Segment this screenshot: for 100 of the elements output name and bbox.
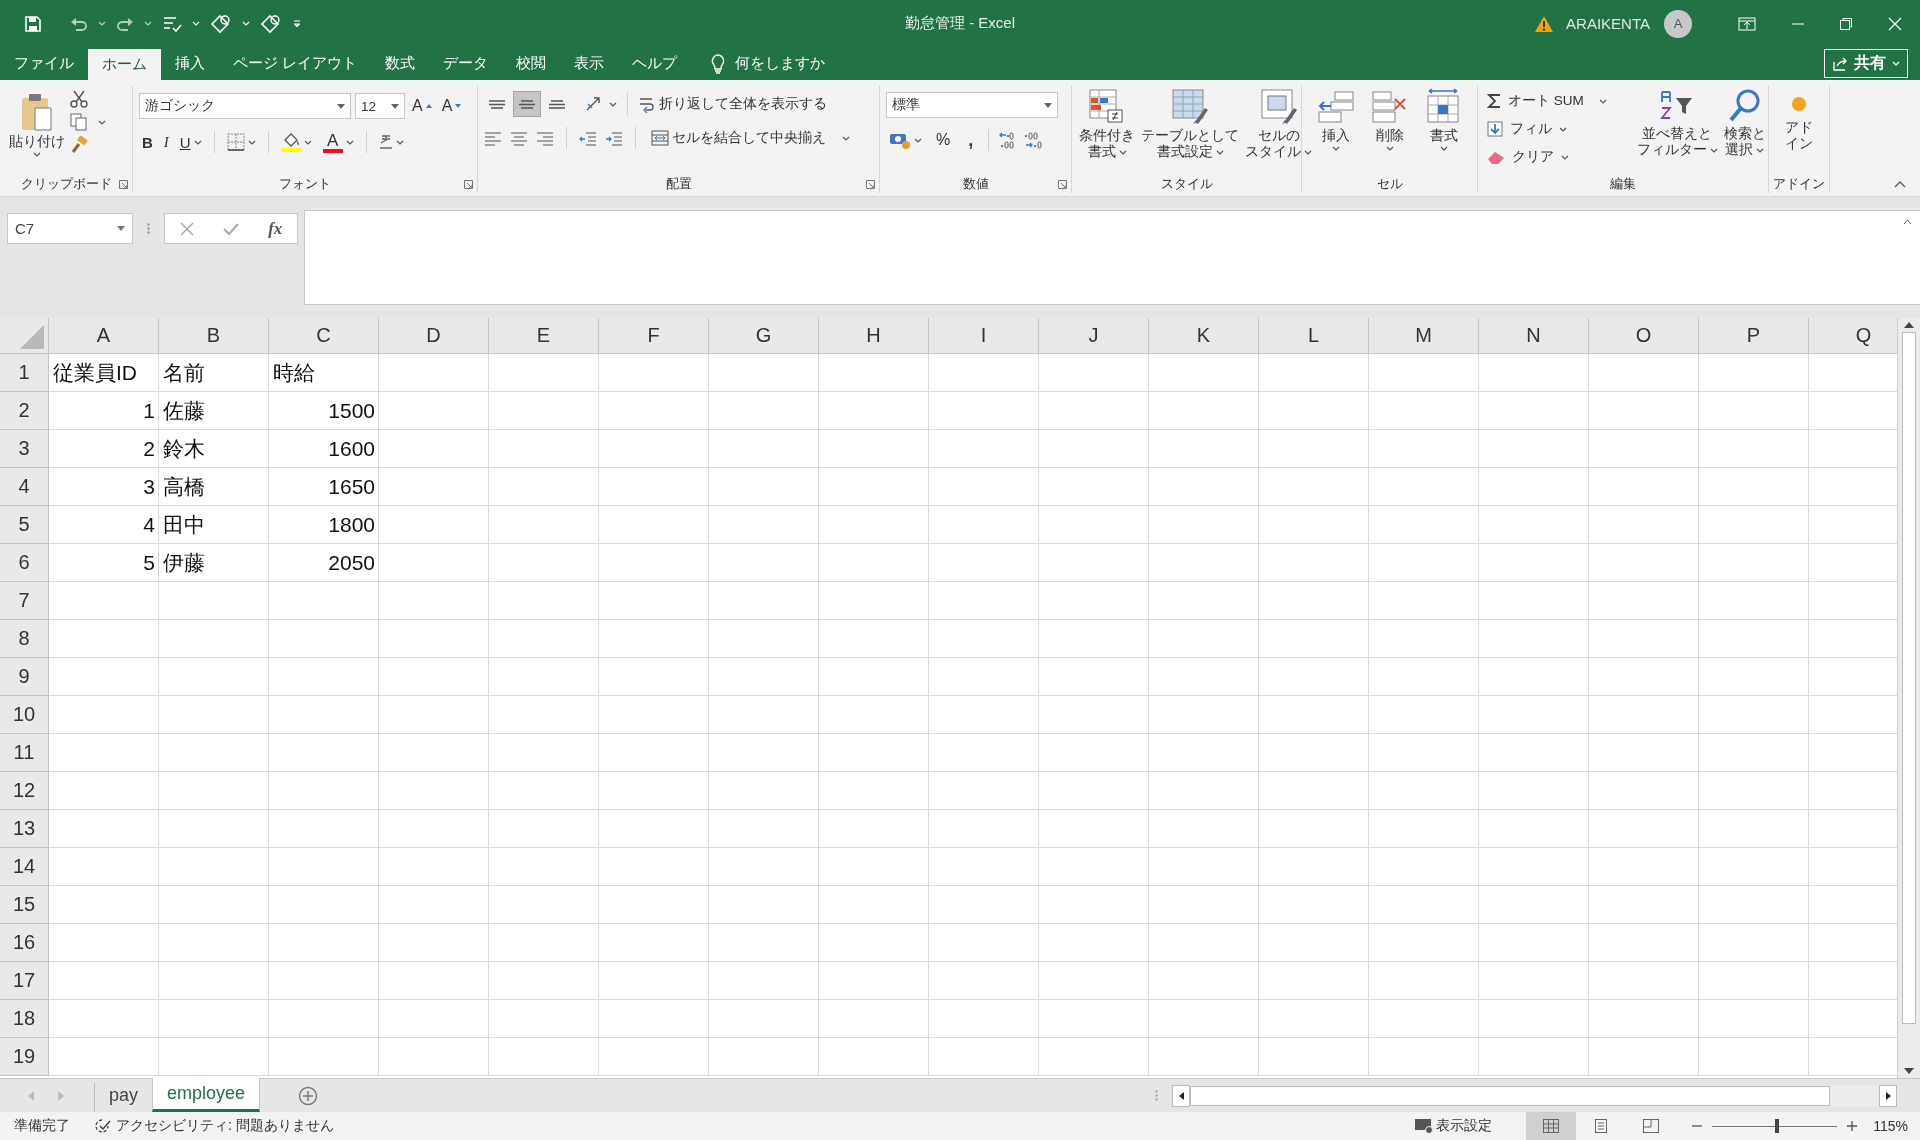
row-header[interactable]: 5 [0, 506, 49, 544]
find-select-button[interactable]: 検索と 選択 [1720, 86, 1769, 175]
zoom-level[interactable]: 115% [1873, 1118, 1908, 1134]
redo-icon[interactable] [116, 15, 134, 32]
formula-input[interactable] [304, 210, 1920, 305]
user-avatar[interactable]: A [1664, 9, 1692, 38]
font-name-dropdown[interactable]: 游ゴシック [139, 93, 351, 119]
cells-button[interactable]: 書式 [1416, 86, 1471, 175]
bold-button[interactable]: B [139, 129, 156, 155]
customize-icon[interactable] [292, 18, 302, 29]
insert-function-button[interactable]: fx [268, 218, 283, 239]
name-box[interactable]: C7 [7, 213, 133, 244]
scrollbar-thumb[interactable] [1902, 332, 1916, 1024]
scroll-up-icon[interactable] [1904, 322, 1914, 328]
format-painter-icon[interactable] [70, 136, 88, 154]
expand-icon[interactable] [1903, 219, 1912, 225]
merge-center-button[interactable]: セルを結合して中央揃え [648, 125, 853, 151]
row-header[interactable]: 18 [0, 1000, 49, 1038]
align-right-icon[interactable] [536, 130, 554, 146]
row-header[interactable]: 13 [0, 810, 49, 848]
column-header[interactable]: N [1479, 318, 1589, 354]
clear-button[interactable]: クリア [1484, 144, 1610, 170]
undo-icon[interactable] [70, 15, 88, 32]
align-left-icon[interactable] [484, 130, 502, 146]
row-header[interactable]: 1 [0, 354, 49, 392]
dialog-launcher-icon[interactable] [119, 180, 128, 189]
display-settings-button[interactable]: 表示設定 [1408, 1116, 1499, 1136]
column-header[interactable]: F [599, 318, 709, 354]
shape-icon[interactable] [260, 13, 282, 34]
row-header[interactable]: 16 [0, 924, 49, 962]
column-header[interactable]: M [1369, 318, 1479, 354]
grip-icon[interactable] [147, 223, 150, 234]
autosum-button[interactable]: オート SUM [1484, 88, 1610, 114]
row-header[interactable]: 7 [0, 582, 49, 620]
column-header[interactable]: Q [1809, 318, 1897, 354]
column-header[interactable]: B [159, 318, 269, 354]
row-header[interactable]: 11 [0, 734, 49, 772]
column-header[interactable]: E [489, 318, 599, 354]
wrap-text-button[interactable]: 折り返して全体を表示する [635, 91, 830, 117]
shape-icon[interactable] [210, 13, 232, 34]
column-header[interactable]: G [709, 318, 819, 354]
scroll-left-icon[interactable] [1178, 1091, 1184, 1100]
row-header[interactable]: 8 [0, 620, 49, 658]
vertical-scrollbar[interactable] [1897, 318, 1920, 1078]
row-header[interactable]: 12 [0, 772, 49, 810]
row-header[interactable]: 6 [0, 544, 49, 582]
column-header[interactable]: L [1259, 318, 1369, 354]
menu-tab[interactable]: ページ レイアウト [219, 47, 372, 80]
row-header[interactable]: 9 [0, 658, 49, 696]
copy-icon[interactable] [70, 113, 88, 131]
style-button[interactable]: 条件付き 書式 [1076, 86, 1138, 175]
add-ins-button[interactable]: アド イン [1782, 86, 1816, 175]
menu-tab[interactable]: 挿入 [161, 47, 219, 80]
dialog-launcher-icon[interactable] [1058, 180, 1067, 189]
font-size-dropdown[interactable]: 12 [355, 93, 405, 119]
row-header[interactable]: 14 [0, 848, 49, 886]
grow-font-button[interactable]: A [409, 93, 435, 119]
column-header[interactable]: H [819, 318, 929, 354]
zoom-in-icon[interactable] [1847, 1121, 1858, 1131]
scrollbar-thumb[interactable] [1190, 1085, 1830, 1106]
fill-button[interactable]: フィル [1484, 116, 1610, 142]
dialog-launcher-icon[interactable] [464, 180, 473, 189]
row-header[interactable]: 4 [0, 468, 49, 506]
view-button[interactable] [1526, 1112, 1577, 1140]
column-header[interactable]: K [1149, 318, 1259, 354]
scroll-right-icon[interactable] [1885, 1091, 1891, 1100]
decrease-indent-icon[interactable] [579, 130, 597, 146]
column-header[interactable]: C [269, 318, 379, 354]
vertical-align-button[interactable] [513, 91, 541, 117]
save-icon[interactable] [24, 14, 42, 33]
menu-tab[interactable]: ヘルプ [618, 47, 692, 80]
row-header[interactable]: 3 [0, 430, 49, 468]
check-icon[interactable] [222, 221, 239, 236]
menu-tab[interactable]: ファイル [0, 47, 88, 80]
scroll-down-icon[interactable] [1904, 1068, 1914, 1074]
collapse-ribbon-icon[interactable] [1894, 180, 1906, 188]
share-button[interactable]: 共有 [1824, 49, 1908, 78]
italic-button[interactable]: I [160, 129, 172, 155]
checklist-icon[interactable] [162, 14, 182, 33]
paste-button[interactable]: 貼り付け [6, 86, 68, 175]
dialog-launcher-icon[interactable] [866, 180, 875, 189]
column-header[interactable]: A [49, 318, 159, 354]
sheet-tab[interactable]: employee [152, 1078, 261, 1112]
slider-thumb[interactable] [1775, 1119, 1780, 1133]
row-header[interactable]: 17 [0, 962, 49, 1000]
number-format-dropdown[interactable]: 標準 [886, 92, 1058, 118]
menu-tab[interactable]: データ [429, 47, 503, 80]
column-header[interactable]: J [1039, 318, 1149, 354]
column-header[interactable]: O [1589, 318, 1699, 354]
tell-me-search[interactable]: 何をしますか [711, 47, 826, 80]
increase-indent-icon[interactable] [605, 130, 623, 146]
column-header[interactable]: P [1699, 318, 1809, 354]
row-header[interactable]: 10 [0, 696, 49, 734]
scissors-icon[interactable] [70, 90, 88, 108]
grip-icon[interactable] [1155, 1090, 1158, 1101]
column-header[interactable]: I [929, 318, 1039, 354]
cancel-icon[interactable] [179, 221, 194, 236]
row-header[interactable]: 15 [0, 886, 49, 924]
row-header[interactable]: 19 [0, 1038, 49, 1076]
menu-tab[interactable]: 数式 [371, 47, 430, 80]
